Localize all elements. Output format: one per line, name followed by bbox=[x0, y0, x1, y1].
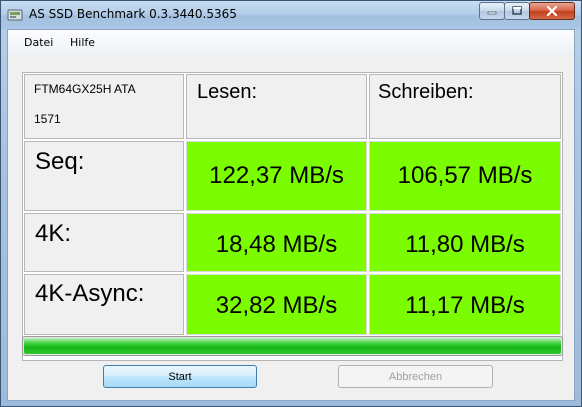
close-icon bbox=[546, 6, 558, 16]
title-bar[interactable]: AS SSD Benchmark 0.3.3440.5365 bbox=[1, 1, 581, 29]
row-label-cell-seq: Seq: bbox=[24, 141, 184, 211]
app-icon bbox=[7, 9, 23, 21]
4k-read-cell: 18,48 MB/s bbox=[186, 213, 367, 272]
4k-async-read-value: 32,82 MB/s bbox=[215, 292, 338, 319]
row-label-cell-4k-async: 4K-Async: bbox=[24, 274, 184, 335]
maximize-icon bbox=[512, 6, 522, 15]
close-button[interactable] bbox=[529, 2, 575, 20]
4k-async-write-value: 11,17 MB/s bbox=[405, 292, 525, 319]
start-button[interactable]: Start bbox=[103, 365, 257, 388]
minimize-icon bbox=[487, 11, 497, 15]
device-name: FTM64GX25H ATA bbox=[34, 82, 136, 96]
row-label-4k-async: 4K-Async: bbox=[35, 280, 145, 307]
write-header-cell: Schreiben: bbox=[369, 74, 561, 139]
menu-bar: Datei Hilfe bbox=[8, 30, 574, 54]
4k-async-write-cell: 11,17 MB/s bbox=[369, 274, 561, 335]
seq-write-cell: 106,57 MB/s bbox=[369, 141, 561, 211]
seq-read-cell: 122,37 MB/s bbox=[186, 141, 367, 211]
menu-hilfe[interactable]: Hilfe bbox=[70, 36, 95, 49]
app-window: AS SSD Benchmark 0.3.3440.5365 Datei Hil… bbox=[0, 0, 582, 407]
row-label-4k: 4K: bbox=[35, 220, 72, 247]
read-header-cell: Lesen: bbox=[186, 74, 367, 139]
abort-button[interactable]: Abbrechen bbox=[338, 365, 493, 388]
4k-write-cell: 11,80 MB/s bbox=[369, 213, 561, 272]
results-grid: FTM64GX25H ATA 1571 Lesen: Schreiben: Se… bbox=[22, 72, 563, 361]
client-area: Datei Hilfe FTM64GX25H ATA 1571 Lesen: S… bbox=[7, 29, 575, 401]
seq-read-value: 122,37 MB/s bbox=[209, 162, 344, 189]
4k-read-value: 18,48 MB/s bbox=[215, 231, 338, 258]
minimize-button[interactable] bbox=[479, 2, 505, 20]
device-info-cell: FTM64GX25H ATA 1571 bbox=[24, 74, 184, 139]
4k-async-read-cell: 32,82 MB/s bbox=[186, 274, 367, 335]
row-label-cell-4k: 4K: bbox=[24, 213, 184, 272]
menu-datei[interactable]: Datei bbox=[24, 36, 53, 49]
progress-bar bbox=[22, 336, 563, 356]
device-id: 1571 bbox=[34, 112, 61, 126]
maximize-button[interactable] bbox=[504, 2, 530, 20]
window-title: AS SSD Benchmark 0.3.3440.5365 bbox=[29, 7, 237, 21]
seq-write-value: 106,57 MB/s bbox=[397, 162, 533, 189]
4k-write-value: 11,80 MB/s bbox=[405, 231, 525, 258]
write-header: Schreiben: bbox=[378, 81, 474, 103]
read-header: Lesen: bbox=[197, 81, 258, 103]
progress-fill bbox=[24, 338, 561, 354]
row-label-seq: Seq: bbox=[35, 148, 85, 175]
